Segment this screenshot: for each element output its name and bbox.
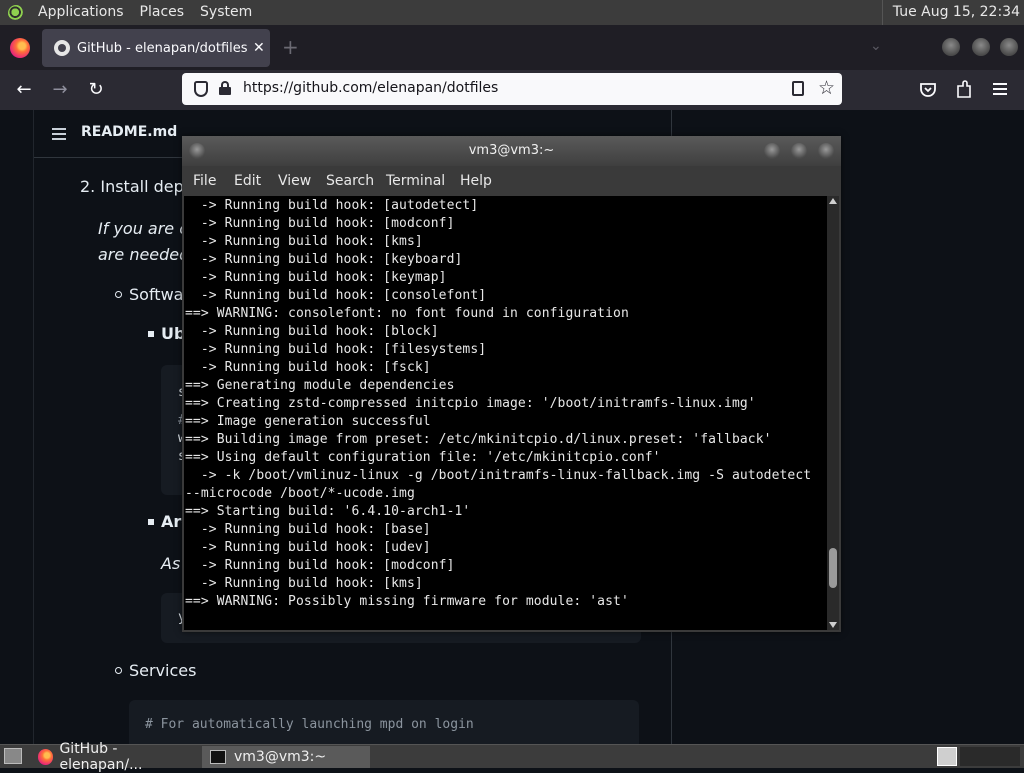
services-heading: Services — [129, 661, 197, 680]
firefox-icon — [38, 749, 54, 765]
browser-tab-bar: GitHub - elenapan/dotfiles: ✕ + ⌄ — [0, 25, 1024, 70]
code-block-services: # For automatically launching mpd on log… — [129, 700, 639, 744]
terminal-menubar: File Edit View Search Terminal Help — [182, 166, 841, 196]
terminal-line: ==> Using default configuration file: '/… — [185, 450, 661, 465]
scroll-down-arrow-icon[interactable] — [829, 622, 837, 628]
tab-close-icon[interactable]: ✕ — [253, 40, 265, 56]
terminal-titlebar[interactable]: vm3@vm3:~ — [182, 136, 841, 166]
workspace-switcher[interactable] — [960, 747, 1020, 766]
taskbar-item-label: GitHub - elenapan/... — [59, 741, 143, 773]
scroll-up-arrow-icon[interactable] — [829, 198, 837, 204]
show-desktop-icon[interactable] — [4, 748, 22, 764]
app-menu-icon[interactable] — [992, 82, 1008, 96]
url-bar[interactable]: https://github.com/elenapan/dotfiles ☆ — [182, 73, 842, 105]
taskbar-item-firefox[interactable]: GitHub - elenapan/... — [30, 741, 200, 773]
panel-menu-bar: Applications Places System — [0, 0, 260, 25]
software-heading: Softwar — [129, 285, 191, 304]
tracking-protection-shield-icon[interactable] — [194, 81, 208, 97]
firefox-icon — [10, 38, 30, 58]
terminal-line: ==> Starting build: '6.4.10-arch1-1' — [185, 504, 471, 519]
terminal-line: -> Running build hook: [block] — [185, 324, 439, 339]
menu-view[interactable]: View — [278, 173, 311, 189]
top-panel: Applications Places System Tue Aug 15, 2… — [0, 0, 1024, 25]
outline-list-icon[interactable] — [52, 128, 66, 140]
lock-icon[interactable] — [219, 81, 231, 95]
pocket-icon[interactable] — [919, 81, 937, 99]
terminal-line: -> Running build hook: [autodetect] — [185, 198, 479, 213]
terminal-line: -> Running build hook: [kms] — [185, 576, 423, 591]
terminal-output[interactable]: -> Running build hook: [autodetect] -> R… — [184, 196, 827, 630]
forward-button[interactable]: → — [48, 78, 72, 102]
terminal-close-button[interactable] — [818, 143, 834, 159]
terminal-line: ==> Creating zstd-compressed initcpio im… — [185, 396, 756, 411]
menu-help[interactable]: Help — [460, 173, 492, 189]
applications-menu[interactable]: Applications — [30, 0, 132, 25]
terminal-maximize-button[interactable] — [791, 143, 807, 159]
workspace-1[interactable] — [937, 747, 957, 766]
terminal-window[interactable]: vm3@vm3:~ File Edit View Search Terminal… — [182, 136, 841, 632]
code-line: # For automatically launching mpd on log… — [145, 717, 474, 732]
taskbar-item-terminal[interactable]: vm3@vm3:~ — [202, 746, 370, 768]
terminal-line: -> Running build hook: [consolefont] — [185, 288, 487, 303]
terminal-scrollbar[interactable] — [827, 196, 839, 630]
menu-terminal[interactable]: Terminal — [386, 173, 445, 189]
terminal-line: --microcode /boot/*-ucode.img — [185, 486, 415, 501]
terminal-line: -> Running build hook: [modconf] — [185, 558, 455, 573]
places-menu[interactable]: Places — [132, 0, 193, 25]
extensions-icon[interactable] — [955, 80, 973, 100]
page-left-gutter — [0, 110, 34, 744]
arch-note: As — [161, 554, 181, 573]
terminal-line: -> Running build hook: [keymap] — [185, 270, 447, 285]
new-tab-button[interactable]: + — [282, 35, 299, 59]
terminal-line: ==> Building image from preset: /etc/mki… — [185, 432, 772, 447]
system-menu[interactable]: System — [192, 0, 260, 25]
terminal-minimize-button[interactable] — [764, 143, 780, 159]
terminal-line: ==> WARNING: Possibly missing firmware f… — [185, 594, 629, 609]
close-window-button[interactable] — [1000, 38, 1018, 56]
browser-navbar: ← → ↻ https://github.com/elenapan/dotfil… — [0, 70, 1024, 110]
terminal-line: -> Running build hook: [filesystems] — [185, 342, 487, 357]
terminal-line: -> Running build hook: [base] — [185, 522, 431, 537]
maximize-button[interactable] — [972, 38, 990, 56]
github-favicon-icon — [54, 40, 70, 56]
terminal-line: ==> Image generation successful — [185, 414, 431, 429]
menu-edit[interactable]: Edit — [234, 173, 261, 189]
terminal-line: -> Running build hook: [modconf] — [185, 216, 455, 231]
note-line-2: are needed. — [98, 245, 195, 264]
bullet-circle — [115, 667, 122, 674]
bullet-square — [148, 519, 154, 525]
url-text[interactable]: https://github.com/elenapan/dotfiles — [243, 80, 498, 96]
list-all-tabs-button[interactable]: ⌄ — [870, 38, 882, 54]
panel-clock[interactable]: Tue Aug 15, 22:34 — [881, 0, 1024, 25]
scrollbar-thumb[interactable] — [829, 548, 837, 589]
back-button[interactable]: ← — [12, 78, 36, 102]
terminal-line: ==> WARNING: consolefont: no font found … — [185, 306, 629, 321]
reader-view-icon[interactable] — [792, 81, 804, 96]
terminal-title: vm3@vm3:~ — [468, 143, 555, 158]
readme-title[interactable]: README.md — [81, 124, 177, 140]
menu-search[interactable]: Search — [326, 173, 374, 189]
menu-file[interactable]: File — [193, 173, 216, 189]
bullet-square — [148, 331, 154, 337]
minimize-button[interactable] — [942, 38, 960, 56]
browser-tab-github[interactable]: GitHub - elenapan/dotfiles: ✕ — [42, 29, 270, 67]
taskbar-item-label: vm3@vm3:~ — [234, 749, 327, 765]
reload-button[interactable]: ↻ — [84, 78, 108, 102]
terminal-line: -> -k /boot/vmlinuz-linux -g /boot/initr… — [185, 468, 812, 483]
bottom-taskbar: GitHub - elenapan/... vm3@vm3:~ — [0, 741, 1024, 773]
terminal-line: -> Running build hook: [udev] — [185, 540, 431, 555]
bullet-circle — [115, 291, 122, 298]
terminal-line: ==> Generating module dependencies — [185, 378, 455, 393]
terminal-icon — [210, 750, 226, 764]
terminal-line: -> Running build hook: [keyboard] — [185, 252, 463, 267]
distro-logo-icon[interactable] — [8, 4, 24, 21]
tab-title: GitHub - elenapan/dotfiles: — [77, 40, 247, 56]
bookmark-star-icon[interactable]: ☆ — [818, 77, 835, 99]
terminal-line: -> Running build hook: [fsck] — [185, 360, 431, 375]
terminal-line: -> Running build hook: [kms] — [185, 234, 423, 249]
